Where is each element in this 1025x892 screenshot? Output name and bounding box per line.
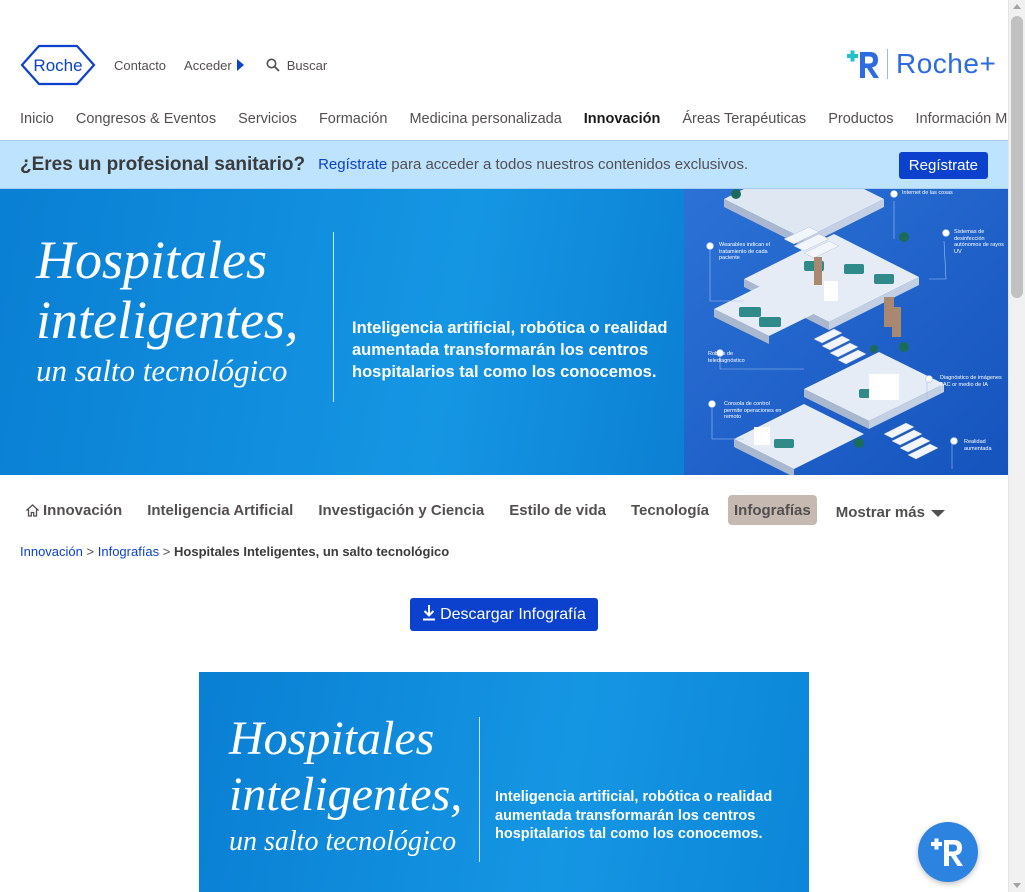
tab-innovacion-label: Innovación (43, 501, 123, 519)
infographic-title-line1: Hospitales (229, 712, 435, 765)
breadcrumb-separator: > (86, 544, 95, 559)
search-box[interactable] (266, 57, 377, 73)
top-bar: Roche Contacto Acceder (20, 44, 377, 86)
nav-item-areas-terapeuticas[interactable]: Áreas Terapéuticas (682, 108, 806, 130)
hospital-illustration: Internet de las cosas Sistemas de desinf… (684, 189, 1008, 475)
hero-subtitle: Inteligencia artificial, robótica o real… (352, 319, 668, 381)
tab-investigacion-ciencia[interactable]: Investigación y Ciencia (312, 495, 490, 525)
search-input[interactable] (286, 57, 377, 73)
professional-banner: ¿Eres un profesional sanitario? Regístra… (0, 140, 1008, 189)
nav-item-servicios[interactable]: Servicios (238, 108, 297, 130)
search-icon (266, 58, 280, 72)
home-icon (26, 503, 39, 517)
label-uv: Sistemas de desinfección autónomos de ra… (954, 229, 1004, 255)
roche-plus-text: Roche+ (896, 48, 997, 79)
label-console: Consola de control permite operaciones e… (724, 401, 782, 420)
register-link[interactable]: Regístrate (318, 156, 387, 173)
banner-text: para acceder a todos nuestros contenidos… (391, 156, 749, 173)
label-wearables: Wearables indican el tratamiento de cada… (719, 242, 770, 261)
caret-down-icon (930, 509, 945, 517)
infographic-title: Hospitales inteligentes, un salto tecnol… (229, 712, 462, 860)
hero-title: Hospitales inteligentes, un salto tecnol… (36, 231, 298, 391)
nav-item-medicina-personalizada[interactable]: Medicina personalizada (409, 108, 561, 130)
professional-question: ¿Eres un profesional sanitario? (20, 153, 306, 175)
infographic-preview: Hospitales inteligentes, un salto tecnol… (199, 672, 809, 892)
tab-inteligencia-artificial[interactable]: Inteligencia Artificial (141, 495, 299, 525)
category-tabs: Innovación Inteligencia Artificial Inves… (20, 493, 964, 527)
hero-title-line2: inteligentes, (36, 290, 299, 350)
roche-plus-icon (931, 838, 963, 866)
scrollbar-thumb[interactable] (1011, 16, 1023, 298)
breadcrumb-separator: > (162, 544, 171, 559)
login-label: Acceder (184, 57, 232, 73)
play-arrow-icon (236, 59, 244, 71)
nav-item-congresos[interactable]: Congresos & Eventos (76, 108, 216, 130)
register-button[interactable]: Regístrate (898, 152, 988, 179)
tab-innovacion[interactable]: Innovación (20, 495, 128, 525)
tab-mostrar-mas[interactable]: Mostrar más (830, 497, 951, 527)
infographic-title-line3: un salto tecnológico (229, 826, 457, 857)
hero-banner: Hospitales inteligentes, un salto tecnol… (0, 189, 1008, 475)
main-nav: Inicio Congresos & Eventos Servicios For… (20, 108, 1008, 130)
nav-item-formacion[interactable]: Formación (319, 108, 388, 130)
label-ar: Realidad aumentada (964, 439, 992, 452)
breadcrumb-infografias[interactable]: Infografías (98, 544, 159, 559)
scroll-up-arrow-icon[interactable] (1013, 4, 1021, 9)
label-diagnosis: Diagnóstico de imágenes TAC or medio de … (940, 375, 1002, 388)
breadcrumb: Innovación > Infografías > Hospitales In… (20, 544, 449, 559)
tab-tecnologia[interactable]: Tecnología (625, 495, 715, 525)
infographic-title-line2: inteligentes, (229, 768, 463, 821)
label-iot: Internet de las cosas (902, 190, 953, 196)
download-infographic-button[interactable]: Descargar Infografía (410, 598, 598, 631)
page: Roche Contacto Acceder Roche+ Inicio Con… (0, 0, 1008, 892)
tab-estilo-de-vida[interactable]: Estilo de vida (503, 495, 612, 525)
roche-plus-floating-button[interactable] (918, 822, 978, 882)
hero-title-line3: un salto tecnológico (36, 353, 288, 388)
tab-infografias[interactable]: Infografías (728, 495, 817, 525)
infographic-subtitle: Inteligencia artificial, robótica o real… (495, 789, 773, 842)
login-link[interactable]: Acceder (184, 58, 244, 73)
nav-item-productos[interactable]: Productos (828, 108, 893, 130)
roche-plus-logo[interactable]: Roche+ (847, 47, 996, 81)
roche-logo-text: Roche (33, 56, 82, 75)
roche-plus-divider (887, 49, 888, 79)
hero-title-line1: Hospitales (36, 230, 268, 290)
roche-plus-icon (847, 50, 879, 78)
hero-divider (333, 232, 334, 402)
tab-mostrar-mas-label: Mostrar más (835, 503, 925, 521)
breadcrumb-current: Hospitales Inteligentes, un salto tecnol… (174, 544, 450, 559)
nav-item-inicio[interactable]: Inicio (20, 108, 54, 130)
nav-item-innovacion[interactable]: Innovación (584, 108, 661, 130)
nav-item-informacion-medica[interactable]: Información Médica (915, 108, 1008, 130)
roche-logo[interactable]: Roche (20, 44, 96, 86)
download-label: Descargar Infografía (440, 605, 586, 623)
download-icon (423, 605, 436, 621)
breadcrumb-innovacion[interactable]: Innovación (20, 544, 83, 559)
page-scrollbar[interactable] (1008, 0, 1025, 892)
infographic-divider (479, 717, 480, 862)
label-robots: Robots de telediagnóstico (708, 351, 745, 364)
scroll-down-arrow-icon[interactable] (1013, 883, 1021, 888)
contact-link[interactable]: Contacto (114, 58, 166, 73)
